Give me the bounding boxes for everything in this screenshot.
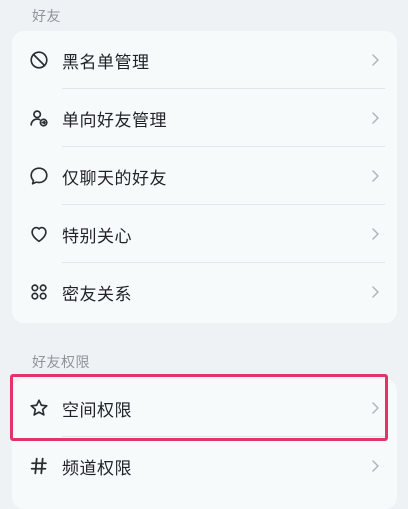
list-item-space-permissions[interactable]: 空间权限 bbox=[12, 379, 397, 437]
chevron-right-icon bbox=[367, 226, 383, 242]
list-item-blocklist[interactable]: 黑名单管理 bbox=[12, 31, 397, 89]
chevron-right-icon bbox=[367, 52, 383, 68]
list-item-one-way-friends[interactable]: 单向好友管理 bbox=[12, 89, 397, 147]
list-item-label: 空间权限 bbox=[62, 400, 132, 421]
hashtag-icon bbox=[28, 455, 50, 477]
list-item-label: 频道权限 bbox=[62, 458, 132, 479]
section-title-friends: 好友 bbox=[32, 9, 61, 25]
list-item-label: 单向好友管理 bbox=[62, 110, 167, 131]
list-item-label: 仅聊天的好友 bbox=[62, 168, 167, 189]
star-icon bbox=[28, 397, 50, 419]
list-item-label: 密友关系 bbox=[62, 284, 132, 305]
block-icon bbox=[28, 49, 50, 71]
chevron-right-icon bbox=[367, 168, 383, 184]
list-item-chat-only-friends[interactable]: 仅聊天的好友 bbox=[12, 147, 397, 205]
list-item-label: 特别关心 bbox=[62, 226, 132, 247]
close-friends-icon bbox=[28, 281, 50, 303]
friend-permissions-card: 空间权限 频道权限 bbox=[12, 379, 397, 509]
chevron-right-icon bbox=[367, 284, 383, 300]
chevron-right-icon bbox=[367, 458, 383, 474]
one-way-friend-icon bbox=[28, 107, 50, 129]
list-item-close-friends[interactable]: 密友关系 bbox=[12, 263, 397, 321]
list-item-label: 黑名单管理 bbox=[62, 52, 150, 73]
chat-bubble-icon bbox=[28, 165, 50, 187]
chevron-right-icon bbox=[367, 110, 383, 126]
chevron-right-icon bbox=[367, 400, 383, 416]
list-item-special-care[interactable]: 特别关心 bbox=[12, 205, 397, 263]
list-item-channel-permissions[interactable]: 频道权限 bbox=[12, 437, 397, 495]
section-title-friend-permissions: 好友权限 bbox=[32, 355, 90, 371]
heart-icon bbox=[28, 223, 50, 245]
friends-card: 黑名单管理 单向好友管理 仅聊天的好友 特别关心 密友关系 bbox=[12, 31, 397, 323]
